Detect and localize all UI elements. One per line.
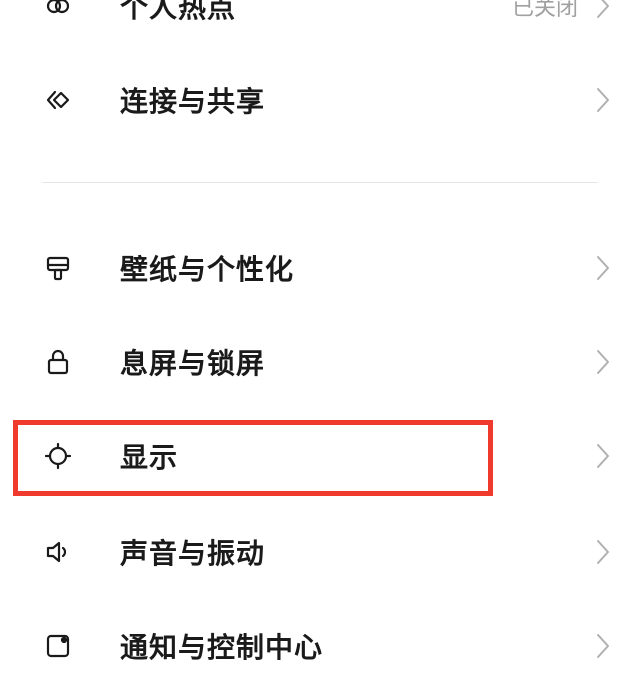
brightness-icon: [42, 440, 74, 472]
settings-item-label: 显示: [120, 441, 179, 474]
settings-item-notification-control[interactable]: 通知与控制中心: [0, 606, 640, 686]
settings-item-label: 声音与振动: [120, 537, 266, 570]
settings-item-personal-hotspot[interactable]: 个人热点 已关闭: [0, 0, 640, 46]
connection-sharing-icon: [42, 84, 74, 116]
settings-item-label: 连接与共享: [120, 85, 266, 118]
settings-item-label: 通知与控制中心: [120, 631, 324, 664]
chevron-right-icon: [596, 443, 610, 469]
section-divider: [42, 182, 598, 183]
notification-icon: [42, 630, 74, 662]
chevron-right-icon: [596, 87, 610, 113]
settings-item-screen-lock[interactable]: 息屏与锁屏: [0, 322, 640, 402]
settings-item-label: 壁纸与个性化: [120, 253, 295, 286]
settings-item-sound-vibration[interactable]: 声音与振动: [0, 512, 640, 592]
chevron-right-icon: [596, 539, 610, 565]
chevron-right-icon: [596, 255, 610, 281]
speaker-icon: [42, 536, 74, 568]
lock-icon: [42, 346, 74, 378]
hotspot-status-value: 已关闭: [511, 0, 578, 21]
settings-item-display[interactable]: 显示: [0, 416, 640, 496]
hotspot-icon: [42, 0, 74, 22]
settings-item-connection-sharing[interactable]: 连接与共享: [0, 60, 640, 140]
paint-brush-icon: [42, 252, 74, 284]
chevron-right-icon: [596, 349, 610, 375]
settings-item-wallpaper-personalization[interactable]: 壁纸与个性化: [0, 228, 640, 308]
settings-item-label: 个人热点: [120, 0, 237, 24]
settings-item-label: 息屏与锁屏: [120, 347, 266, 380]
chevron-right-icon: [596, 633, 610, 659]
chevron-right-icon: [596, 0, 610, 19]
